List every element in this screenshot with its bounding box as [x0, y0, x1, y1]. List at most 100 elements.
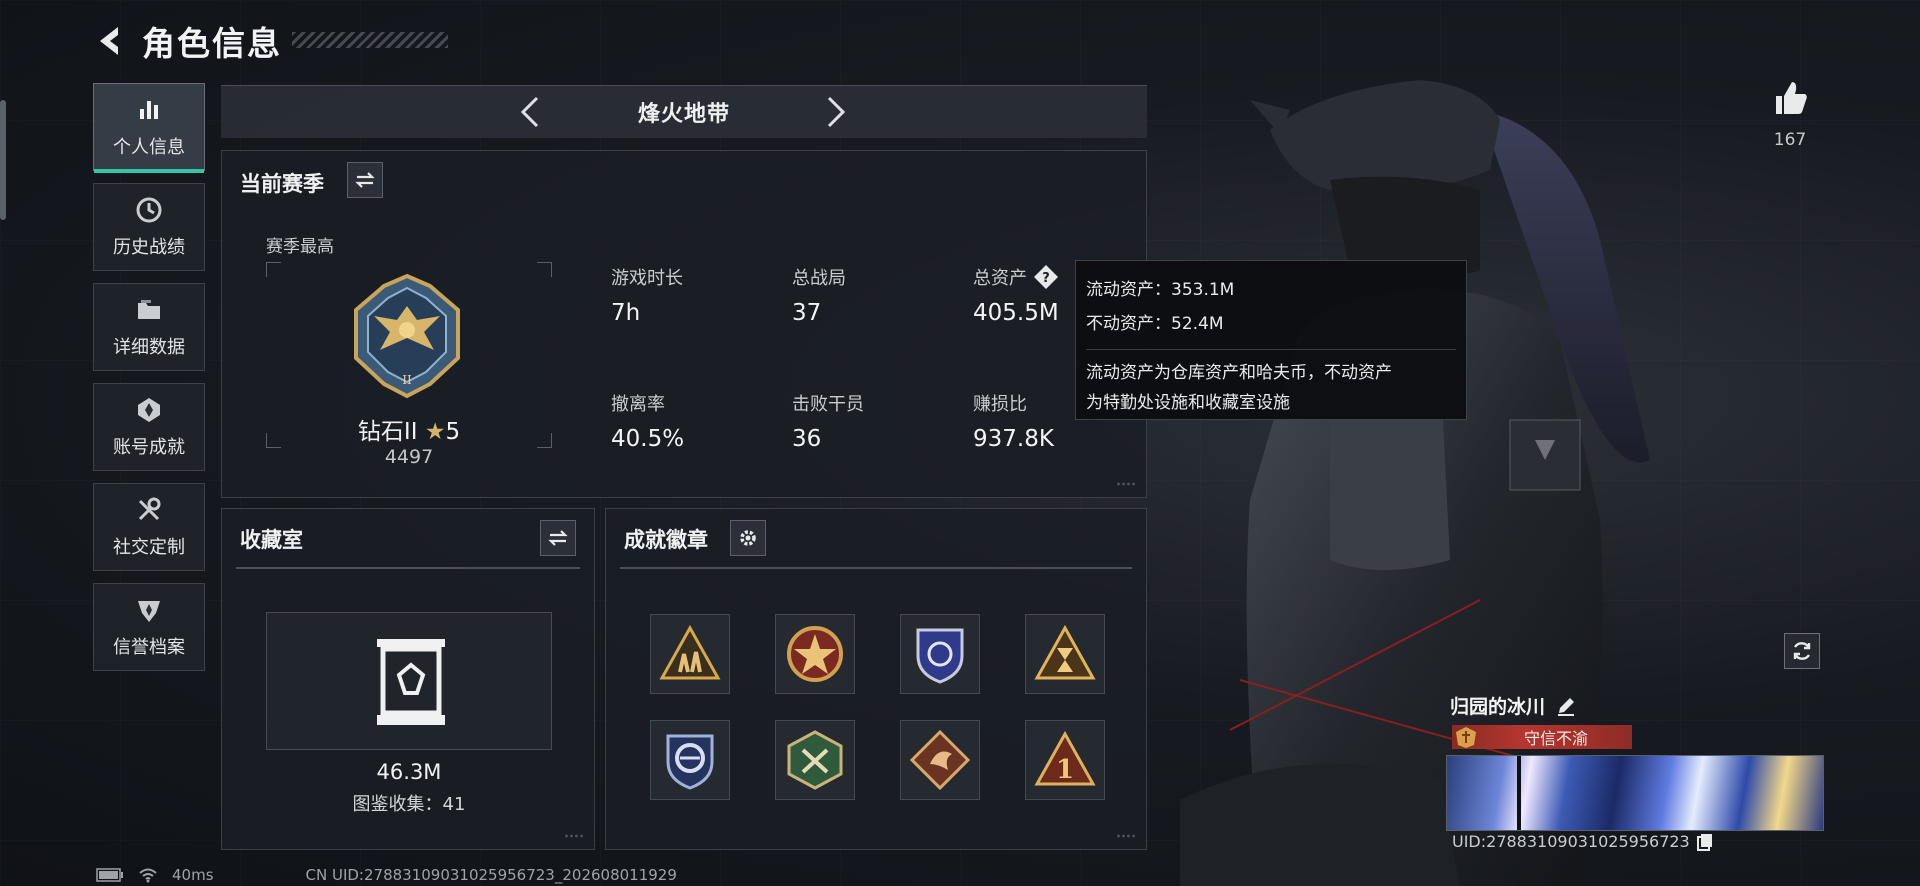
badges-title: 成就徽章	[624, 528, 708, 552]
season-best-label: 赛季最高	[266, 237, 334, 257]
divider	[620, 567, 1132, 569]
collection-value: 46.3M	[376, 760, 442, 784]
like-count: 167	[1773, 130, 1807, 150]
svg-text:1: 1	[1056, 755, 1074, 785]
corner-decoration	[1116, 481, 1136, 487]
badge-slot[interactable]	[775, 614, 855, 694]
rank-display: 钻石II ★5	[266, 412, 552, 446]
badge-slot[interactable]	[650, 720, 730, 800]
footer-uid: CN UID:27883109031025956723_202608011929	[305, 866, 677, 884]
swap-arrows-icon	[548, 530, 568, 546]
stat-extraction-rate: 撤离率 40.5%	[611, 394, 685, 452]
badge-slot[interactable]	[775, 720, 855, 800]
honor-title-badge: 守信不渝	[1452, 725, 1632, 749]
gear-icon	[740, 530, 756, 546]
sidebar-item-history[interactable]: 历史战绩	[93, 183, 205, 271]
sidebar-item-label: 历史战绩	[113, 237, 185, 258]
dragon-diamond-badge-icon	[909, 729, 971, 791]
divider	[236, 567, 580, 569]
player-banner-image[interactable]	[1446, 755, 1824, 831]
chevron-left-icon[interactable]	[513, 94, 549, 130]
soldiers-triangle-badge-icon	[659, 624, 721, 680]
thumbs-up-icon[interactable]	[1770, 78, 1810, 118]
bar-chart-icon	[140, 101, 158, 119]
tools-icon	[138, 497, 161, 521]
sidebar-item-personal-info[interactable]: 个人信息	[93, 83, 205, 173]
sidebar-item-achievements[interactable]: 账号成就	[93, 383, 205, 471]
title-decoration	[292, 32, 448, 48]
refresh-icon	[1793, 642, 1811, 660]
collection-switch-button[interactable]	[540, 520, 576, 556]
left-edge-scrollbar[interactable]	[0, 100, 6, 220]
sidebar-item-social[interactable]: 社交定制	[93, 483, 205, 571]
assets-tooltip: 流动资产：353.1M 不动资产：52.4M 流动资产为仓库资产和哈夫币，不动资…	[1075, 260, 1467, 420]
badge-slot[interactable]	[1025, 614, 1105, 694]
collection-count: 图鉴收集：41	[352, 794, 466, 815]
back-arrow-icon[interactable]	[92, 23, 128, 59]
stat-play-time: 游戏时长 7h	[611, 268, 683, 326]
reputation-shield-icon	[138, 601, 160, 622]
rank-score: 4497	[384, 446, 434, 468]
sidebar-item-detail-data[interactable]: 详细数据	[93, 283, 205, 371]
tooltip-description: 为特勤处设施和收藏室设施	[1086, 393, 1290, 413]
status-footer: 40ms CN UID:27883109031025956723_2026080…	[96, 866, 677, 884]
tooltip-description: 流动资产为仓库资产和哈夫币，不动资产	[1086, 363, 1392, 383]
folder-icon	[138, 300, 160, 319]
season-switch-button[interactable]	[347, 162, 383, 198]
hourglass-triangle-badge-icon	[1034, 624, 1096, 680]
wifi-icon	[139, 868, 157, 883]
number-one-triangle-badge-icon: 1	[1034, 730, 1096, 786]
history-clock-icon	[136, 197, 162, 223]
green-shield-badge-icon	[787, 730, 843, 790]
rank-name: 钻石II	[357, 419, 418, 445]
season-title: 当前赛季	[240, 172, 324, 196]
badge-slot[interactable]	[900, 720, 980, 800]
star-icon: ★	[424, 419, 446, 445]
sidebar-item-label: 社交定制	[113, 537, 185, 558]
badges-settings-button[interactable]	[730, 520, 766, 556]
copy-icon[interactable]	[1696, 833, 1714, 851]
badge-slot[interactable]: 1	[1025, 720, 1105, 800]
refresh-button[interactable]	[1784, 633, 1820, 669]
sidebar-item-label: 个人信息	[113, 137, 185, 158]
sidebar-item-label: 账号成就	[113, 437, 185, 458]
like-widget: 167	[1766, 78, 1814, 150]
sidebar: 个人信息 历史战绩 详细数据 账号成就 社交定制 信誉档案	[93, 83, 207, 683]
honor-emblem-icon	[1456, 727, 1476, 748]
sidebar-item-label: 信誉档案	[113, 637, 185, 658]
corner-decoration	[1116, 833, 1136, 839]
rank-stars: 5	[445, 419, 461, 445]
player-uid: UID:27883109031025956723	[1452, 832, 1690, 851]
player-uid-row: UID:27883109031025956723	[1452, 832, 1714, 851]
fixed-assets-text: 不动资产：52.4M	[1086, 314, 1224, 334]
chevron-right-icon[interactable]	[817, 94, 853, 130]
collection-title: 收藏室	[240, 528, 303, 552]
honor-title: 守信不渝	[1523, 729, 1588, 748]
svg-text:?: ?	[1042, 271, 1050, 286]
stat-total-matches: 总战局 37	[792, 268, 846, 326]
collection-display[interactable]	[266, 612, 552, 750]
achievement-icon	[138, 398, 160, 422]
stat-operators-defeated: 击败干员 36	[792, 394, 864, 452]
mode-title: 烽火地带	[637, 102, 730, 127]
badge-slot[interactable]	[900, 614, 980, 694]
blue-circle-badge-icon	[666, 734, 714, 790]
divider	[1086, 349, 1456, 350]
red-star-badge-icon	[787, 626, 843, 682]
player-name-row: 归园的冰川	[1450, 692, 1577, 719]
corner-decoration	[564, 833, 584, 839]
page-header: 角色信息	[92, 18, 282, 64]
display-case-icon	[377, 639, 445, 725]
diamond-rank-medal-icon: II	[354, 273, 460, 399]
battery-icon	[96, 868, 123, 882]
liquid-assets-text: 流动资产：353.1M	[1086, 280, 1235, 300]
help-question-icon[interactable]: ?	[1033, 264, 1059, 290]
svg-text:II: II	[402, 373, 412, 387]
badge-slot[interactable]	[650, 614, 730, 694]
sidebar-item-label: 详细数据	[113, 337, 185, 358]
sidebar-item-reputation[interactable]: 信誉档案	[93, 583, 205, 671]
edit-pencil-icon[interactable]	[1555, 695, 1577, 717]
player-name: 归园的冰川	[1450, 696, 1546, 718]
blue-shield-badge-icon	[916, 628, 964, 684]
mode-selector: 烽火地带	[221, 85, 1147, 138]
